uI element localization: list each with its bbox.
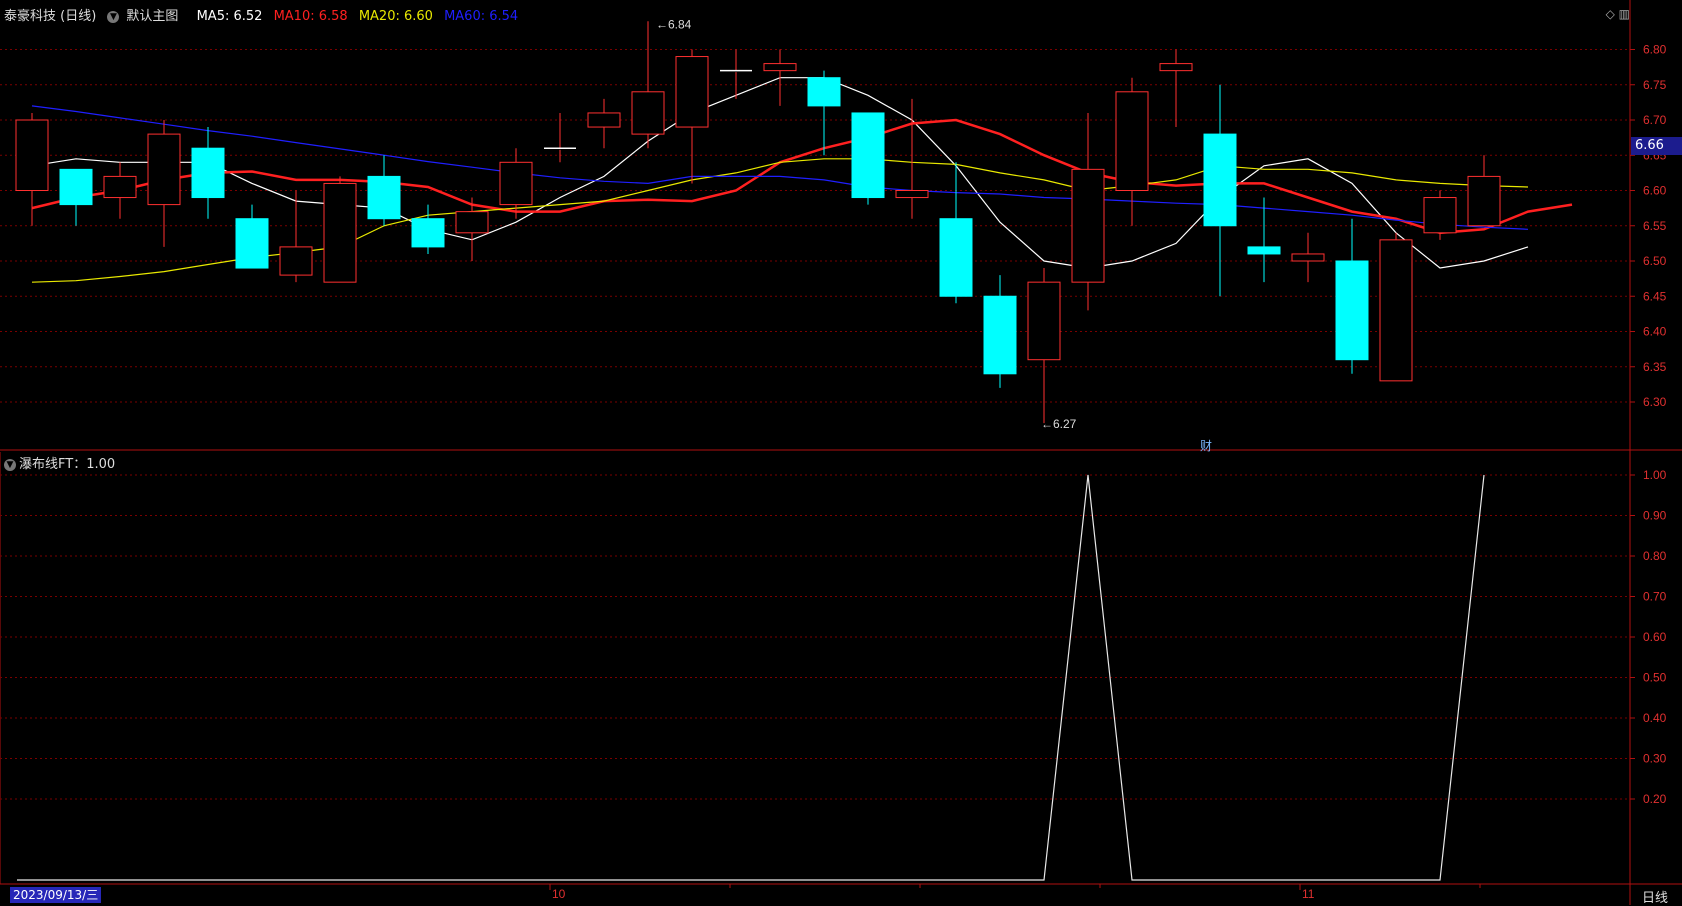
y-tick-label: 6.30 — [1643, 395, 1667, 409]
sub-y-tick-label: 0.40 — [1643, 711, 1667, 725]
y-tick-label: 6.50 — [1643, 254, 1667, 268]
sub-y-tick-label: 0.90 — [1643, 509, 1667, 523]
y-tick-label: 6.70 — [1643, 113, 1667, 127]
candle-body — [455, 211, 489, 234]
chart-header: 泰豪科技 (日线) ▼ 默认主图 MA5: 6.52 MA10: 6.58 MA2… — [4, 5, 525, 24]
candle-body — [1071, 168, 1105, 283]
sub-y-tick-label: 0.80 — [1643, 549, 1667, 563]
indicator-header: ▼ 瀑布线FT：1.00 — [4, 453, 115, 472]
candle-body — [279, 246, 313, 276]
candle-body — [895, 190, 929, 199]
candle-body — [499, 161, 533, 206]
y-tick-label: 6.40 — [1643, 325, 1667, 339]
candle-body — [323, 182, 357, 283]
candle-body — [1247, 246, 1281, 255]
main-chart-label[interactable]: ▼ 默认主图 — [107, 9, 185, 24]
dropdown-icon[interactable]: ▼ — [4, 458, 16, 471]
candle-body — [939, 218, 973, 297]
last-price-tag: 6.66 — [1631, 137, 1682, 155]
ma60-label: MA60: 6.54 — [444, 9, 519, 24]
candle-body — [59, 168, 93, 206]
candle-body — [763, 63, 797, 72]
stock-chart[interactable]: 6.806.756.706.656.606.556.506.456.406.35… — [0, 0, 1682, 905]
y-tick-label: 6.55 — [1643, 219, 1667, 233]
candle-body — [631, 91, 665, 135]
indicator-label: 瀑布线FT：1.00 — [19, 457, 116, 472]
candle-body — [411, 218, 445, 248]
x-tick-label: 10 — [552, 887, 566, 901]
low-price-annotation: ←6.27 — [1041, 417, 1077, 431]
candle-body — [367, 175, 401, 220]
y-tick-label: 6.45 — [1643, 289, 1667, 303]
y-tick-label: 6.80 — [1643, 43, 1667, 57]
dropdown-icon[interactable]: ▼ — [107, 10, 120, 23]
candle-body — [851, 112, 885, 199]
candle-body — [103, 175, 137, 199]
sub-y-tick-label: 0.30 — [1643, 752, 1667, 766]
financial-report-marker[interactable]: 财 — [1200, 437, 1212, 454]
ma20-label: MA20: 6.60 — [358, 9, 433, 24]
y-tick-label: 6.75 — [1643, 78, 1667, 92]
stock-title: 泰豪科技 (日线) — [4, 9, 97, 24]
y-tick-label: 6.60 — [1643, 184, 1667, 198]
candle-body — [235, 218, 269, 269]
ma5-label: MA5: 6.52 — [196, 9, 263, 24]
ma-line-ma60 — [31, 105, 1529, 230]
sub-y-tick-label: 1.00 — [1643, 468, 1667, 482]
candle-body — [587, 112, 621, 128]
candle-body — [147, 133, 181, 206]
candle-body — [675, 56, 709, 128]
window-controls[interactable]: ◇ ▥ — [1606, 7, 1630, 21]
x-tick-label: 11 — [1302, 887, 1315, 901]
diamond-icon[interactable]: ◇ — [1606, 7, 1615, 21]
y-tick-label: 6.35 — [1643, 360, 1667, 374]
high-price-annotation: ←6.84 — [656, 17, 692, 31]
ma-line-ma10 — [31, 118, 1573, 235]
candle-body — [15, 119, 49, 191]
candle-body — [1379, 239, 1413, 382]
candle-body — [983, 295, 1017, 375]
candle-body — [1467, 175, 1501, 227]
layout-icon[interactable]: ▥ — [1619, 7, 1630, 21]
ma10-label: MA10: 6.58 — [273, 9, 348, 24]
candle-body — [807, 77, 841, 107]
candle-body — [1115, 91, 1149, 191]
period-label[interactable]: 日线 — [1642, 887, 1668, 906]
candle-body — [1203, 133, 1237, 227]
candle-body — [1423, 197, 1457, 234]
candle-body — [1027, 281, 1061, 361]
sub-y-tick-label: 0.20 — [1643, 792, 1667, 806]
sub-y-tick-label: 0.60 — [1643, 630, 1667, 644]
candle-body — [1335, 260, 1369, 361]
candle-body — [191, 147, 225, 199]
cursor-date: 2023/09/13/三 — [10, 887, 102, 903]
candle-body — [1291, 253, 1325, 262]
candle-body — [1159, 63, 1193, 72]
sub-y-tick-label: 0.70 — [1643, 590, 1667, 604]
sub-y-tick-label: 0.50 — [1643, 671, 1667, 685]
